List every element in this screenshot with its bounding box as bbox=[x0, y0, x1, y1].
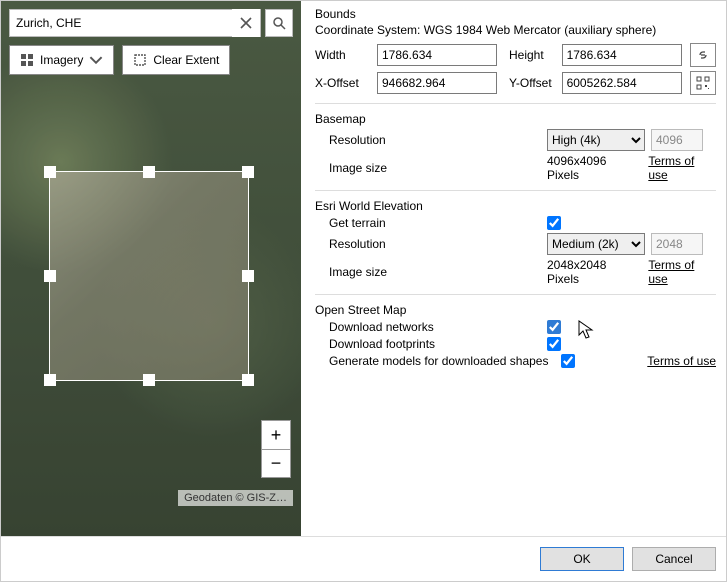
osm-title: Open Street Map bbox=[315, 303, 716, 317]
basemap-res-label: Resolution bbox=[329, 133, 547, 147]
get-terrain-label: Get terrain bbox=[329, 216, 547, 230]
gen-models-label: Generate models for downloaded shapes bbox=[329, 354, 561, 368]
elev-res-px: 2048 bbox=[651, 233, 703, 255]
extent-imagery bbox=[50, 172, 248, 380]
basemap-terms-link[interactable]: Terms of use bbox=[648, 154, 716, 182]
link-dimensions-button[interactable] bbox=[690, 43, 716, 67]
zoom-in-button[interactable]: + bbox=[262, 421, 290, 449]
link-icon bbox=[696, 48, 710, 62]
search-button[interactable] bbox=[265, 9, 293, 37]
width-label: Width bbox=[315, 48, 377, 62]
get-terrain-checkbox[interactable] bbox=[547, 216, 561, 230]
basemap-size-label: Image size bbox=[329, 161, 547, 175]
imagery-icon bbox=[20, 53, 34, 67]
dl-networks-label: Download networks bbox=[329, 320, 547, 334]
yoffset-input[interactable] bbox=[562, 72, 682, 94]
search-input[interactable] bbox=[10, 16, 232, 30]
map-attribution: Geodaten © GIS-Z… bbox=[178, 490, 293, 506]
coord-system: Coordinate System: WGS 1984 Web Mercator… bbox=[315, 23, 716, 37]
basemap-res-px: 4096 bbox=[651, 129, 703, 151]
handle-se[interactable] bbox=[242, 374, 254, 386]
settings-panel: Bounds Coordinate System: WGS 1984 Web M… bbox=[301, 1, 726, 536]
basemap-size-value: 4096x4096 Pixels bbox=[547, 154, 640, 182]
imagery-dropdown[interactable]: Imagery bbox=[9, 45, 114, 75]
dl-networks-checkbox[interactable] bbox=[547, 320, 561, 334]
basemap-res-select[interactable]: High (4k) bbox=[547, 129, 645, 151]
pick-offset-button[interactable] bbox=[690, 71, 716, 95]
bounds-title: Bounds bbox=[315, 7, 716, 21]
search-icon bbox=[272, 16, 286, 30]
imagery-label: Imagery bbox=[40, 53, 83, 67]
elev-terms-link[interactable]: Terms of use bbox=[648, 258, 716, 286]
handle-nw[interactable] bbox=[44, 166, 56, 178]
handle-n[interactable] bbox=[143, 166, 155, 178]
zoom-out-button[interactable]: − bbox=[262, 449, 290, 477]
gen-models-checkbox[interactable] bbox=[561, 354, 575, 368]
clear-search-button[interactable] bbox=[232, 9, 260, 37]
handle-s[interactable] bbox=[143, 374, 155, 386]
height-input[interactable] bbox=[562, 44, 682, 66]
handle-e[interactable] bbox=[242, 270, 254, 282]
handle-sw[interactable] bbox=[44, 374, 56, 386]
elev-res-label: Resolution bbox=[329, 237, 547, 251]
dl-footprints-checkbox[interactable] bbox=[547, 337, 561, 351]
handle-ne[interactable] bbox=[242, 166, 254, 178]
xoffset-input[interactable] bbox=[377, 72, 497, 94]
extent-icon bbox=[133, 53, 147, 67]
chevron-down-icon bbox=[89, 53, 103, 67]
dialog-footer: OK Cancel bbox=[1, 536, 726, 581]
extent-selection[interactable] bbox=[49, 171, 249, 381]
search-box bbox=[9, 9, 261, 37]
elev-size-value: 2048x2048 Pixels bbox=[547, 258, 640, 286]
cancel-button[interactable]: Cancel bbox=[632, 547, 716, 571]
handle-w[interactable] bbox=[44, 270, 56, 282]
yoffset-label: Y-Offset bbox=[509, 76, 562, 90]
clear-extent-button[interactable]: Clear Extent bbox=[122, 45, 230, 75]
basemap-title: Basemap bbox=[315, 112, 716, 126]
xoffset-label: X-Offset bbox=[315, 76, 377, 90]
clear-extent-label: Clear Extent bbox=[153, 53, 219, 67]
elevation-title: Esri World Elevation bbox=[315, 199, 716, 213]
ok-button[interactable]: OK bbox=[540, 547, 624, 571]
qr-icon bbox=[696, 76, 710, 90]
width-input[interactable] bbox=[377, 44, 497, 66]
osm-terms-link[interactable]: Terms of use bbox=[647, 354, 716, 368]
zoom-control: + − bbox=[261, 420, 291, 478]
height-label: Height bbox=[509, 48, 562, 62]
dl-footprints-label: Download footprints bbox=[329, 337, 547, 351]
close-icon bbox=[239, 16, 253, 30]
elev-res-select[interactable]: Medium (2k) bbox=[547, 233, 645, 255]
elev-size-label: Image size bbox=[329, 265, 547, 279]
map-pane[interactable]: Imagery Clear Extent + − Geodaten © GIS-… bbox=[1, 1, 301, 536]
